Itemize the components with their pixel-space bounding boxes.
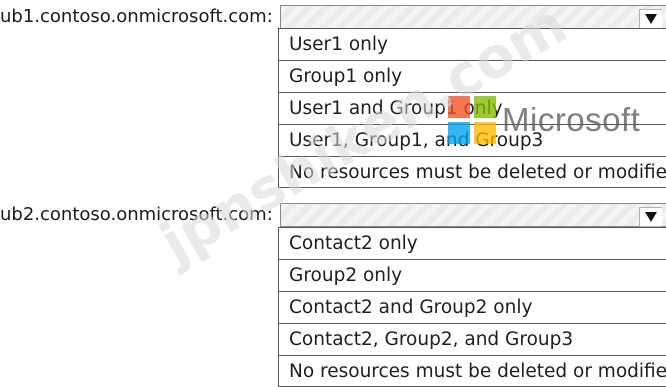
option-item[interactable]: Group1 only <box>279 60 666 92</box>
option-item[interactable]: Group2 only <box>279 259 666 291</box>
option-item[interactable]: No resources must be deleted or modified <box>279 156 666 188</box>
option-item[interactable]: User1, Group1, and Group3 <box>279 124 666 156</box>
option-item[interactable]: No resources must be deleted or modified <box>279 355 666 387</box>
chevron-down-icon[interactable] <box>639 9 662 29</box>
question1-label: ub1.contoso.onmicrosoft.com: <box>0 6 273 27</box>
question1-dropdown[interactable] <box>280 5 666 29</box>
question2-options-list: Contact2 only Group2 only Contact2 and G… <box>278 227 666 387</box>
question2-dropdown[interactable] <box>280 203 666 227</box>
question2-label: ub2.contoso.onmicrosoft.com: <box>0 204 273 225</box>
option-item[interactable]: User1 only <box>279 28 666 60</box>
option-item[interactable]: User1 and Group1 only <box>279 92 666 124</box>
option-item[interactable]: Contact2 and Group2 only <box>279 291 666 323</box>
option-item[interactable]: Contact2, Group2, and Group3 <box>279 323 666 355</box>
chevron-down-icon[interactable] <box>639 207 662 227</box>
question1-options-list: User1 only Group1 only User1 and Group1 … <box>278 28 666 188</box>
option-item[interactable]: Contact2 only <box>279 227 666 259</box>
